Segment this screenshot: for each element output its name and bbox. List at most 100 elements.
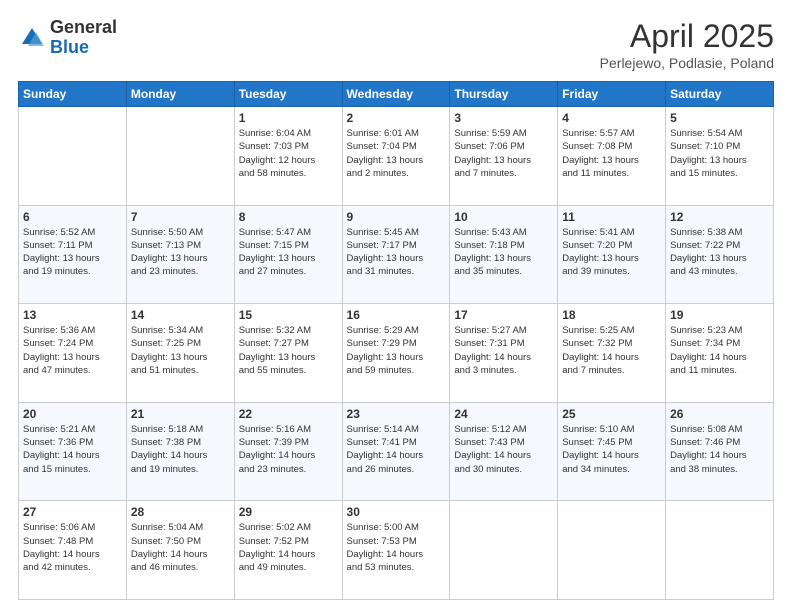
day-info: Sunrise: 5:36 AM Sunset: 7:24 PM Dayligh… xyxy=(23,324,122,377)
calendar-cell: 15 Sunrise: 5:32 AM Sunset: 7:27 PM Dayli… xyxy=(234,304,342,403)
day-info: Sunrise: 5:34 AM Sunset: 7:25 PM Dayligh… xyxy=(131,324,230,377)
day-number: 2 xyxy=(347,111,446,125)
day-info: Sunrise: 5:04 AM Sunset: 7:50 PM Dayligh… xyxy=(131,521,230,574)
month-title: April 2025 xyxy=(600,18,774,55)
day-number: 21 xyxy=(131,407,230,421)
day-number: 29 xyxy=(239,505,338,519)
calendar-cell: 20Sunrise: 5:21 AM Sunset: 7:36 PM Dayli… xyxy=(19,402,127,501)
logo-general-text: General xyxy=(50,17,117,37)
logo-icon xyxy=(18,24,46,52)
calendar-cell: 17Sunrise: 5:27 AM Sunset: 7:31 PM Dayli… xyxy=(450,304,558,403)
calendar-cell: 18 Sunrise: 5:25 AM Sunset: 7:32 PM Dayli… xyxy=(558,304,666,403)
day-number: 30 xyxy=(347,505,446,519)
calendar-cell: 9 Sunrise: 5:45 AM Sunset: 7:17 PM Daylig… xyxy=(342,205,450,304)
day-number: 8 xyxy=(239,210,338,224)
day-number: 15 xyxy=(239,308,338,322)
day-info: Sunrise: 5:45 AM Sunset: 7:17 PM Dayligh… xyxy=(347,226,446,279)
day-number: 9 xyxy=(347,210,446,224)
day-info: Sunrise: 5:12 AM Sunset: 7:43 PM Dayligh… xyxy=(454,423,553,476)
day-number: 5 xyxy=(670,111,769,125)
day-number: 25 xyxy=(562,407,661,421)
day-number: 1 xyxy=(239,111,338,125)
logo-text: General Blue xyxy=(50,18,117,58)
calendar-cell: 4 Sunrise: 5:57 AM Sunset: 7:08 PM Daylig… xyxy=(558,107,666,206)
day-info: Sunrise: 5:08 AM Sunset: 7:46 PM Dayligh… xyxy=(670,423,769,476)
calendar-day-header: Monday xyxy=(126,82,234,107)
day-number: 12 xyxy=(670,210,769,224)
calendar-week-row: 13 Sunrise: 5:36 AM Sunset: 7:24 PM Dayli… xyxy=(19,304,774,403)
day-number: 7 xyxy=(131,210,230,224)
calendar-cell xyxy=(19,107,127,206)
calendar-header-row: SundayMondayTuesdayWednesdayThursdayFrid… xyxy=(19,82,774,107)
day-info: Sunrise: 6:01 AM Sunset: 7:04 PM Dayligh… xyxy=(347,127,446,180)
day-info: Sunrise: 5:57 AM Sunset: 7:08 PM Dayligh… xyxy=(562,127,661,180)
calendar-cell xyxy=(558,501,666,600)
day-number: 22 xyxy=(239,407,338,421)
header: General Blue April 2025 Perlejewo, Podla… xyxy=(18,18,774,71)
day-number: 6 xyxy=(23,210,122,224)
day-info: Sunrise: 5:41 AM Sunset: 7:20 PM Dayligh… xyxy=(562,226,661,279)
day-info: Sunrise: 5:02 AM Sunset: 7:52 PM Dayligh… xyxy=(239,521,338,574)
day-number: 24 xyxy=(454,407,553,421)
calendar-cell xyxy=(450,501,558,600)
calendar-cell: 25Sunrise: 5:10 AM Sunset: 7:45 PM Dayli… xyxy=(558,402,666,501)
day-number: 16 xyxy=(347,308,446,322)
day-info: Sunrise: 5:43 AM Sunset: 7:18 PM Dayligh… xyxy=(454,226,553,279)
day-info: Sunrise: 6:04 AM Sunset: 7:03 PM Dayligh… xyxy=(239,127,338,180)
day-number: 4 xyxy=(562,111,661,125)
location-subtitle: Perlejewo, Podlasie, Poland xyxy=(600,55,774,71)
day-info: Sunrise: 5:29 AM Sunset: 7:29 PM Dayligh… xyxy=(347,324,446,377)
calendar-cell: 22 Sunrise: 5:16 AM Sunset: 7:39 PM Dayli… xyxy=(234,402,342,501)
calendar-day-header: Tuesday xyxy=(234,82,342,107)
calendar-cell: 28Sunrise: 5:04 AM Sunset: 7:50 PM Dayli… xyxy=(126,501,234,600)
day-info: Sunrise: 5:18 AM Sunset: 7:38 PM Dayligh… xyxy=(131,423,230,476)
calendar-day-header: Sunday xyxy=(19,82,127,107)
calendar-cell: 10 Sunrise: 5:43 AM Sunset: 7:18 PM Dayli… xyxy=(450,205,558,304)
calendar-cell: 2 Sunrise: 6:01 AM Sunset: 7:04 PM Daylig… xyxy=(342,107,450,206)
calendar-cell: 3 Sunrise: 5:59 AM Sunset: 7:06 PM Daylig… xyxy=(450,107,558,206)
calendar-cell: 30 Sunrise: 5:00 AM Sunset: 7:53 PM Dayli… xyxy=(342,501,450,600)
calendar-cell: 26 Sunrise: 5:08 AM Sunset: 7:46 PM Dayli… xyxy=(666,402,774,501)
day-info: Sunrise: 5:25 AM Sunset: 7:32 PM Dayligh… xyxy=(562,324,661,377)
day-number: 10 xyxy=(454,210,553,224)
day-info: Sunrise: 5:06 AM Sunset: 7:48 PM Dayligh… xyxy=(23,521,122,574)
calendar-cell: 5 Sunrise: 5:54 AM Sunset: 7:10 PM Daylig… xyxy=(666,107,774,206)
calendar-cell xyxy=(126,107,234,206)
day-number: 3 xyxy=(454,111,553,125)
calendar-table: SundayMondayTuesdayWednesdayThursdayFrid… xyxy=(18,81,774,600)
calendar-cell: 8 Sunrise: 5:47 AM Sunset: 7:15 PM Daylig… xyxy=(234,205,342,304)
day-info: Sunrise: 5:32 AM Sunset: 7:27 PM Dayligh… xyxy=(239,324,338,377)
calendar-day-header: Friday xyxy=(558,82,666,107)
calendar-cell: 11 Sunrise: 5:41 AM Sunset: 7:20 PM Dayli… xyxy=(558,205,666,304)
calendar-cell: 7Sunrise: 5:50 AM Sunset: 7:13 PM Daylig… xyxy=(126,205,234,304)
day-info: Sunrise: 5:16 AM Sunset: 7:39 PM Dayligh… xyxy=(239,423,338,476)
day-number: 23 xyxy=(347,407,446,421)
day-info: Sunrise: 5:47 AM Sunset: 7:15 PM Dayligh… xyxy=(239,226,338,279)
logo-blue-text: Blue xyxy=(50,37,89,57)
calendar-cell: 16 Sunrise: 5:29 AM Sunset: 7:29 PM Dayli… xyxy=(342,304,450,403)
calendar-cell: 27Sunrise: 5:06 AM Sunset: 7:48 PM Dayli… xyxy=(19,501,127,600)
day-number: 13 xyxy=(23,308,122,322)
day-number: 14 xyxy=(131,308,230,322)
day-info: Sunrise: 5:27 AM Sunset: 7:31 PM Dayligh… xyxy=(454,324,553,377)
day-number: 18 xyxy=(562,308,661,322)
calendar-cell: 13 Sunrise: 5:36 AM Sunset: 7:24 PM Dayli… xyxy=(19,304,127,403)
day-info: Sunrise: 5:54 AM Sunset: 7:10 PM Dayligh… xyxy=(670,127,769,180)
day-number: 11 xyxy=(562,210,661,224)
day-info: Sunrise: 5:38 AM Sunset: 7:22 PM Dayligh… xyxy=(670,226,769,279)
calendar-cell: 24 Sunrise: 5:12 AM Sunset: 7:43 PM Dayli… xyxy=(450,402,558,501)
day-info: Sunrise: 5:23 AM Sunset: 7:34 PM Dayligh… xyxy=(670,324,769,377)
day-info: Sunrise: 5:59 AM Sunset: 7:06 PM Dayligh… xyxy=(454,127,553,180)
calendar-cell: 23Sunrise: 5:14 AM Sunset: 7:41 PM Dayli… xyxy=(342,402,450,501)
logo: General Blue xyxy=(18,18,117,58)
day-info: Sunrise: 5:52 AM Sunset: 7:11 PM Dayligh… xyxy=(23,226,122,279)
title-block: April 2025 Perlejewo, Podlasie, Poland xyxy=(600,18,774,71)
calendar-week-row: 1 Sunrise: 6:04 AM Sunset: 7:03 PM Daylig… xyxy=(19,107,774,206)
calendar-cell: 1 Sunrise: 6:04 AM Sunset: 7:03 PM Daylig… xyxy=(234,107,342,206)
calendar-day-header: Wednesday xyxy=(342,82,450,107)
calendar-cell: 19Sunrise: 5:23 AM Sunset: 7:34 PM Dayli… xyxy=(666,304,774,403)
calendar-week-row: 6 Sunrise: 5:52 AM Sunset: 7:11 PM Daylig… xyxy=(19,205,774,304)
calendar-cell: 14 Sunrise: 5:34 AM Sunset: 7:25 PM Dayli… xyxy=(126,304,234,403)
day-number: 26 xyxy=(670,407,769,421)
day-info: Sunrise: 5:00 AM Sunset: 7:53 PM Dayligh… xyxy=(347,521,446,574)
